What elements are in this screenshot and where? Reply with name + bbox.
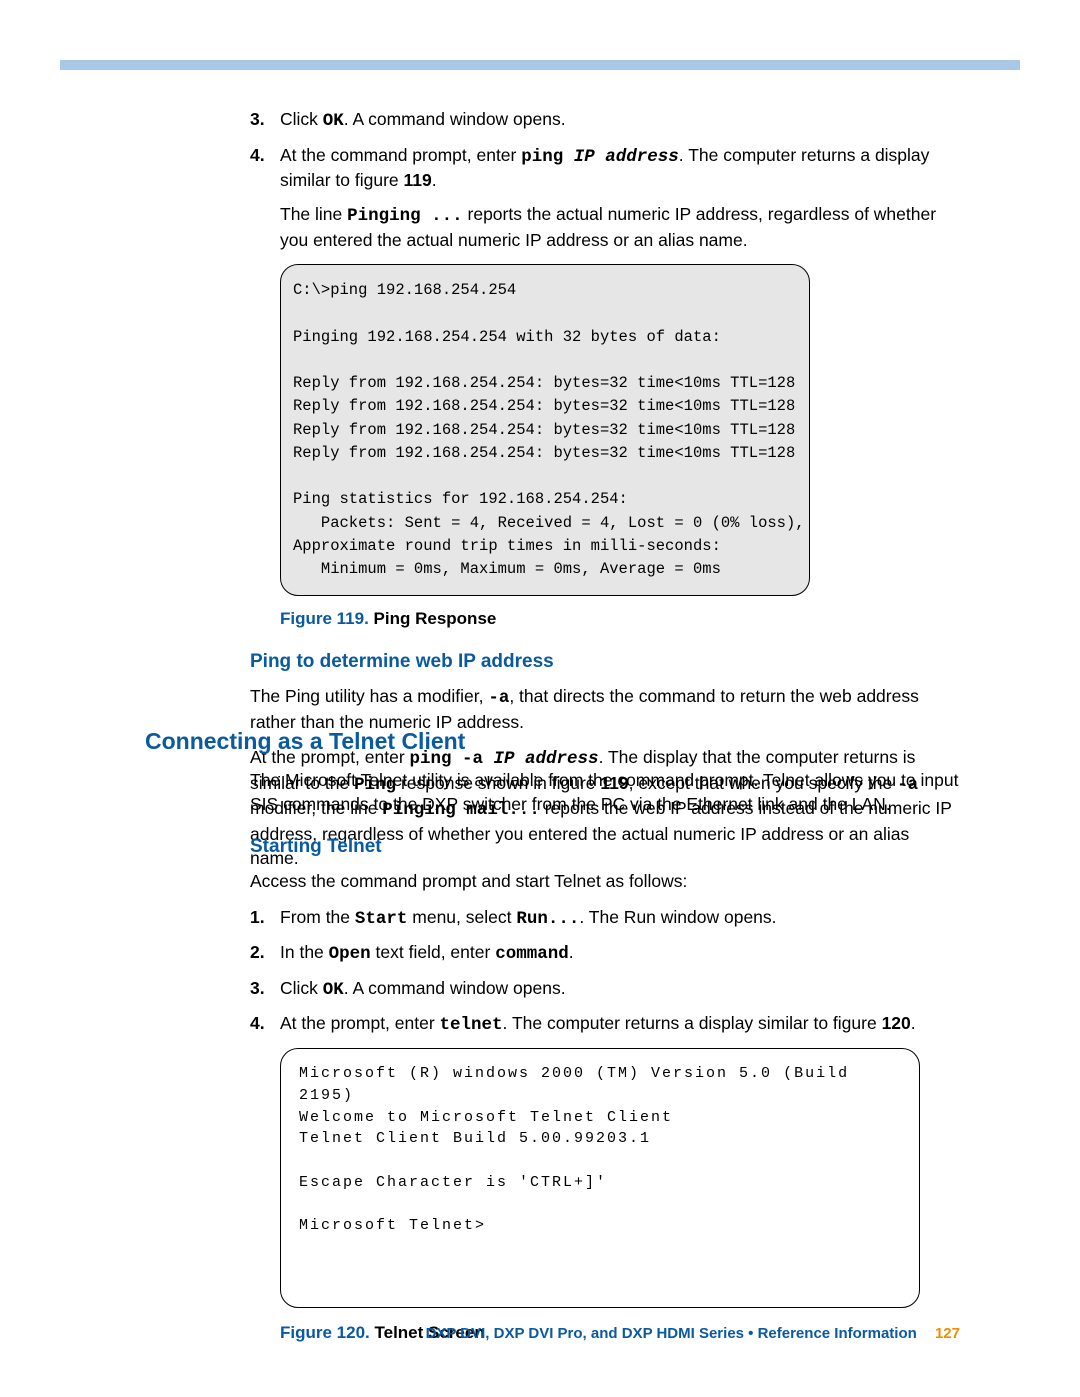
- pinging-code: Pinging ...: [347, 206, 463, 226]
- footer-title: DXP DVI, DXP DVI Pro, and DXP HDMI Serie…: [426, 1325, 917, 1342]
- steps-list-b: 1. From the Start menu, select Run.... T…: [250, 906, 960, 1039]
- telnet-step-3: 3. Click OK. A command window opens.: [250, 977, 960, 1003]
- telnet-lead: Access the command prompt and start Teln…: [250, 870, 960, 894]
- step-3: 3. Click OK. A command window opens.: [250, 108, 960, 134]
- figure-label: Figure 120.: [280, 1323, 370, 1342]
- header-bar: [60, 60, 1020, 70]
- ping-web-heading: Ping to determine web IP address: [250, 649, 960, 675]
- figure-title: Ping Response: [369, 609, 497, 628]
- page-number: 127: [935, 1325, 960, 1342]
- lower-content: Connecting as a Telnet Client The Micros…: [145, 704, 960, 1363]
- telnet-step-4: 4. At the prompt, enter telnet. The comp…: [250, 1012, 960, 1038]
- ok-code: OK: [323, 111, 344, 131]
- ping-cmd: ping: [521, 147, 574, 167]
- telnet-output-box: Microsoft (R) windows 2000 (TM) Version …: [280, 1048, 920, 1308]
- figure-119-caption: Figure 119. Ping Response: [280, 608, 960, 631]
- telnet-intro: The Microsoft Telnet utility is availabl…: [250, 769, 960, 816]
- steps-list-a: 3. Click OK. A command window opens. 4. …: [250, 108, 960, 252]
- step-text: Click OK. A command window opens.: [280, 109, 566, 129]
- step-text: At the command prompt, enter ping IP add…: [280, 145, 929, 191]
- ping-output-box: C:\>ping 192.168.254.254 Pinging 192.168…: [280, 264, 810, 596]
- telnet-heading: Connecting as a Telnet Client: [145, 726, 960, 757]
- step-4: 4. At the command prompt, enter ping IP …: [250, 144, 960, 253]
- telnet-body: The Microsoft Telnet utility is availabl…: [250, 769, 960, 1345]
- step-note: The line Pinging ... reports the actual …: [280, 203, 960, 252]
- step-number: 3.: [250, 108, 265, 132]
- telnet-step-1: 1. From the Start menu, select Run.... T…: [250, 906, 960, 932]
- ip-placeholder: IP address: [574, 147, 679, 167]
- starting-telnet-heading: Starting Telnet: [250, 834, 960, 860]
- telnet-step-2: 2. In the Open text field, enter command…: [250, 941, 960, 967]
- page-footer: DXP DVI, DXP DVI Pro, and DXP HDMI Serie…: [426, 1325, 960, 1342]
- step-number: 4.: [250, 144, 265, 168]
- figure-label: Figure 119.: [280, 609, 369, 628]
